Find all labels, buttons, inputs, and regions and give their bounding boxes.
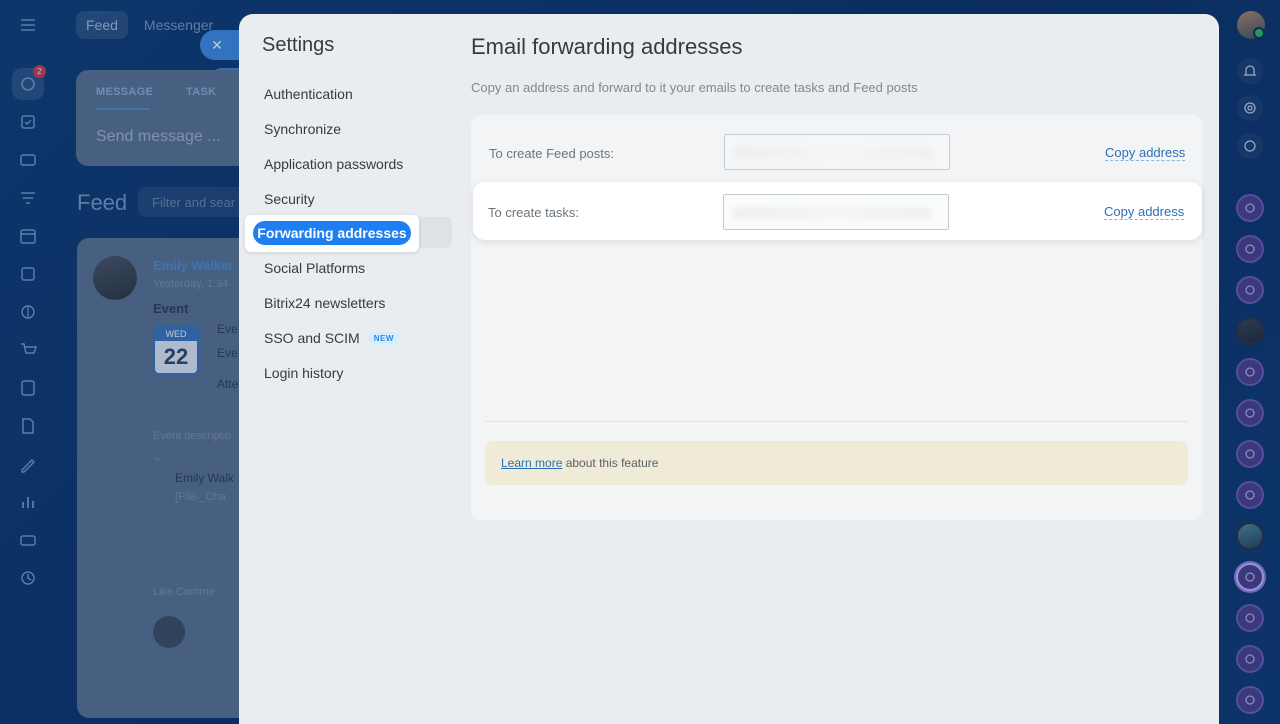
highlight-create-tasks-row: To create tasks: Copy address	[473, 182, 1202, 240]
new-badge: NEW	[367, 331, 400, 345]
content-area: Email forwarding addresses Copy an addre…	[470, 14, 1219, 724]
menu-item-social-platforms[interactable]: Social Platforms	[264, 260, 365, 276]
menu-item-label: Login history	[264, 365, 344, 381]
feed-posts-address-field[interactable]	[724, 134, 950, 170]
menu-item-label: Security	[264, 191, 315, 207]
learn-more-link[interactable]: Learn more	[501, 456, 562, 470]
menu-item-label: Application passwords	[264, 156, 404, 172]
settings-title: Settings	[262, 34, 335, 56]
feed-posts-label: To create Feed posts:	[489, 146, 615, 161]
forwarding-panel: To create Feed posts: Copy address Learn…	[471, 115, 1202, 520]
menu-item-label: SSO and SCIM	[264, 330, 360, 346]
divider	[485, 421, 1188, 422]
menu-item-forwarding-addresses[interactable]: Forwarding addresses	[253, 221, 411, 245]
menu-item-sso-and-scim[interactable]: SSO and SCIM NEW	[264, 330, 400, 346]
menu-item-label: Synchronize	[264, 121, 342, 137]
menu-item-label: Social Platforms	[264, 260, 366, 276]
highlight-forwarding-addresses: Forwarding addresses	[245, 215, 419, 252]
menu-item-label: Authentication	[264, 86, 353, 102]
copy-tasks-address-link[interactable]: Copy address	[1104, 204, 1185, 220]
info-box: Learn more about this feature	[485, 441, 1188, 485]
blurred-address	[732, 207, 932, 219]
page-subtitle: Copy an address and forward to it your e…	[471, 80, 918, 95]
settings-slider: Settings Authentication Synchronize Appl…	[239, 14, 1219, 724]
menu-item-authentication[interactable]: Authentication	[264, 86, 353, 102]
copy-feed-address-link[interactable]: Copy address	[1105, 145, 1186, 161]
tasks-address-field[interactable]	[723, 194, 949, 230]
menu-item-login-history[interactable]: Login history	[264, 365, 343, 381]
menu-item-bitrix24-newsletters[interactable]: Bitrix24 newsletters	[264, 295, 385, 311]
info-text: about this feature	[562, 456, 659, 470]
menu-item-application-passwords[interactable]: Application passwords	[264, 156, 403, 172]
blurred-address	[733, 147, 933, 159]
menu-item-security[interactable]: Security	[264, 191, 315, 207]
menu-item-synchronize[interactable]: Synchronize	[264, 121, 341, 137]
tasks-label: To create tasks:	[488, 205, 580, 220]
page-title: Email forwarding addresses	[471, 34, 743, 59]
menu-item-label: Bitrix24 newsletters	[264, 295, 386, 311]
